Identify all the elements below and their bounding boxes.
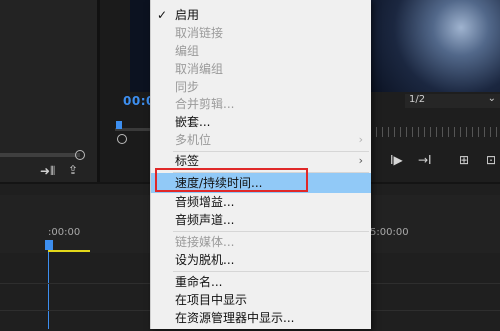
source-scrub-track[interactable] [0, 153, 80, 157]
program-playhead[interactable] [116, 121, 122, 129]
menu-item-label: 嵌套... [175, 115, 211, 129]
menu-item-label: 合并剪辑... [175, 97, 235, 111]
menu-item-label: 重命名... [175, 275, 223, 289]
export-frame-icon[interactable]: ⇪ [68, 163, 78, 177]
menu-item-label: 取消链接 [175, 26, 224, 40]
resolution-select[interactable]: 1/2 ⌄ [405, 93, 500, 108]
timeline-playhead-line [48, 250, 49, 329]
chevron-right-icon: › [358, 133, 363, 146]
program-monitor-image [370, 0, 500, 92]
checkmark-icon: ✓ [157, 8, 168, 22]
chevron-right-icon: › [358, 154, 363, 167]
menu-item-label: 取消编组 [175, 62, 224, 76]
work-area-bar[interactable] [48, 250, 90, 252]
menu-item-label: 在资源管理器中显示... [175, 311, 295, 325]
chevron-down-icon: ⌄ [487, 93, 496, 104]
extract-icon[interactable]: ⊡ [486, 153, 496, 167]
program-monitor-edge [130, 0, 150, 92]
menu-item-nest[interactable]: 嵌套... [151, 112, 371, 132]
menu-item-rename[interactable]: 重命名... [151, 272, 371, 292]
menu-item-reveal-in-project[interactable]: 在项目中显示 [151, 290, 371, 310]
timeline-playhead[interactable] [45, 240, 53, 250]
menu-item-enable[interactable]: ✓ 启用 [151, 5, 371, 25]
resolution-value: 1/2 [409, 94, 426, 105]
lift-icon[interactable]: ⊞ [459, 153, 469, 167]
menu-item-label: 音频增益... [175, 195, 235, 209]
menu-item-audio-gain[interactable]: 音频增益... [151, 192, 371, 212]
annotation-highlight-box [155, 168, 308, 192]
menu-item-link-media[interactable]: 链接媒体... [151, 232, 371, 252]
menu-item-label: 链接媒体... [175, 235, 235, 249]
menu-item-label: 音频声道... [175, 213, 235, 227]
menu-item-audio-channels[interactable]: 音频声道... [151, 210, 371, 230]
program-ruler[interactable] [370, 127, 500, 137]
menu-item-label: 在项目中显示 [175, 293, 248, 307]
menu-item-ungroup[interactable]: 取消编组 [151, 59, 371, 79]
menu-item-unlink[interactable]: 取消链接 [151, 23, 371, 43]
timeline-start-time: :00:00 [48, 227, 81, 238]
overwrite-icon[interactable]: ➜⦀ [40, 164, 55, 179]
menu-item-multicam[interactable]: 多机位 › [151, 130, 371, 150]
menu-item-group[interactable]: 编组 [151, 41, 371, 61]
step-forward-icon[interactable]: I▶ [390, 153, 403, 167]
context-menu: ✓ 启用 取消链接 编组 取消编组 同步 合并剪辑... 嵌套... 多机位 ›… [150, 0, 371, 329]
source-out-handle[interactable] [75, 150, 85, 160]
menu-item-reveal-in-explorer[interactable]: 在资源管理器中显示... [151, 308, 371, 328]
menu-item-label: 设为脱机... [175, 253, 235, 267]
menu-item-label: 编组 [175, 44, 200, 58]
timeline-mark-time: 5:00:00 [370, 227, 409, 238]
in-point-handle[interactable] [117, 134, 127, 144]
menu-item-merge-clips[interactable]: 合并剪辑... [151, 94, 371, 114]
menu-item-label: 多机位 [175, 133, 212, 147]
menu-item-label: 启用 [175, 8, 200, 22]
go-to-out-icon[interactable]: →I [418, 153, 432, 167]
menu-item-make-offline[interactable]: 设为脱机... [151, 250, 371, 270]
